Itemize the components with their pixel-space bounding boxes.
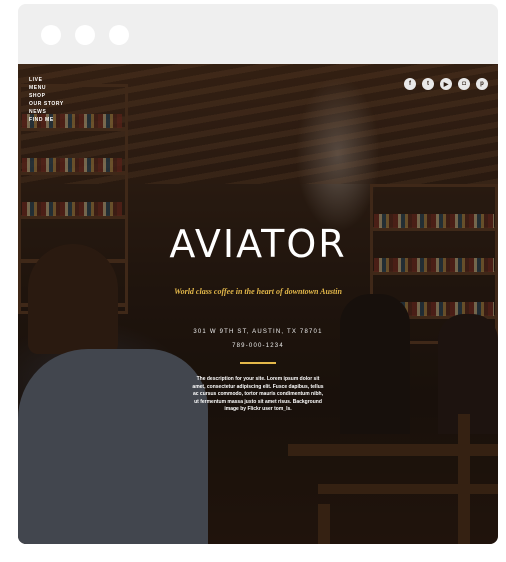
nav-item-shop[interactable]: SHOP	[29, 92, 64, 100]
pinterest-icon[interactable]: p	[476, 78, 488, 90]
main-nav: LIVE MENU SHOP OUR STORY NEWS FIND ME	[29, 76, 64, 124]
facebook-icon[interactable]: f	[404, 78, 416, 90]
hero-section: LIVE MENU SHOP OUR STORY NEWS FIND ME f …	[18, 64, 498, 544]
browser-titlebar	[18, 4, 498, 64]
nav-item-menu[interactable]: MENU	[29, 84, 64, 92]
site-description: The description for your site. Lorem ips…	[192, 376, 324, 412]
instagram-icon[interactable]: ◘	[458, 78, 470, 90]
window-dot-minimize[interactable]	[75, 25, 95, 45]
window-dot-maximize[interactable]	[109, 25, 129, 45]
nav-item-our-story[interactable]: OUR STORY	[29, 100, 64, 108]
twitter-icon[interactable]: t	[422, 78, 434, 90]
nav-item-news[interactable]: NEWS	[29, 108, 64, 116]
browser-window: LIVE MENU SHOP OUR STORY NEWS FIND ME f …	[18, 4, 498, 544]
background-overlay	[18, 64, 498, 544]
address-text: 301 W 9TH ST, AUSTIN, TX 78701	[193, 329, 323, 335]
site-tagline: World class coffee in the heart of downt…	[174, 287, 342, 296]
divider	[240, 362, 276, 364]
social-links: f t ▶ ◘ p	[404, 78, 488, 90]
window-dot-close[interactable]	[41, 25, 61, 45]
nav-item-live[interactable]: LIVE	[29, 76, 64, 84]
phone-text: 789-000-1234	[232, 343, 284, 349]
youtube-icon[interactable]: ▶	[440, 78, 452, 90]
site-title[interactable]: AVIATOR	[18, 222, 498, 266]
nav-item-find-me[interactable]: FIND ME	[29, 116, 64, 124]
